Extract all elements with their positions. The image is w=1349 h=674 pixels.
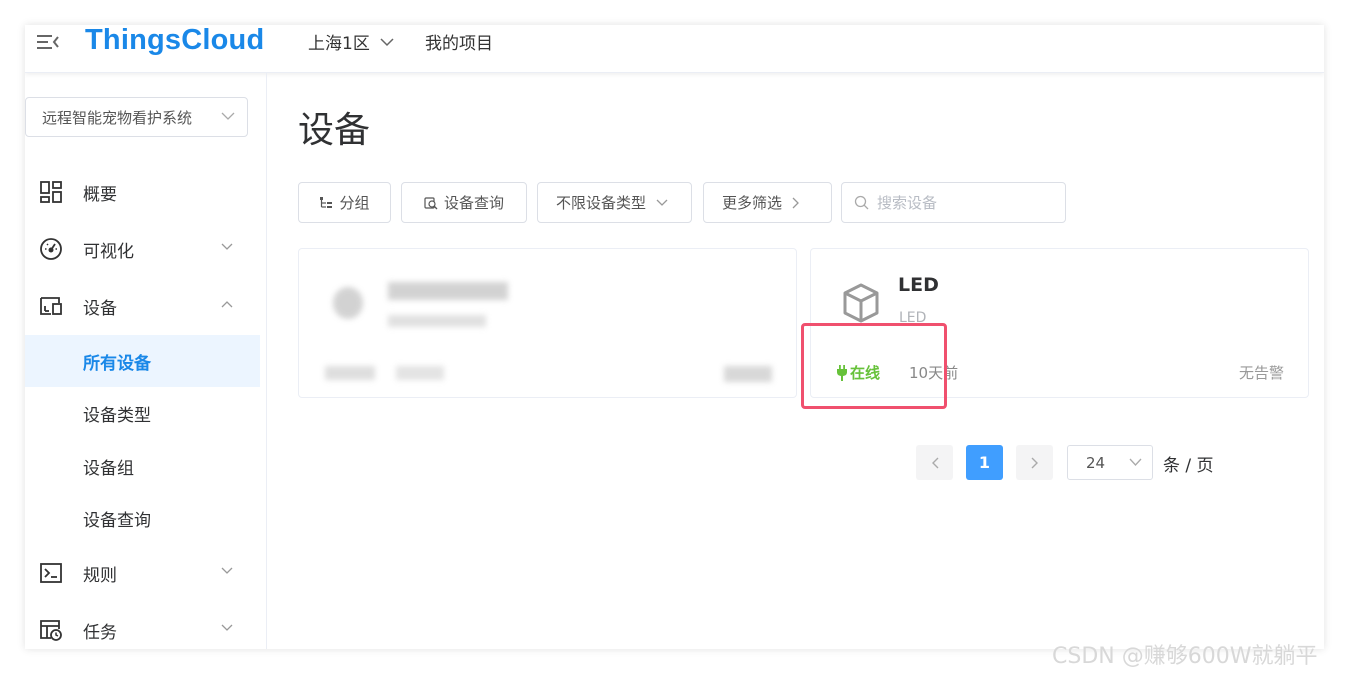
device-time-blurred [396,366,444,380]
device-type-label: 不限设备类型 [556,194,647,212]
page-number-current[interactable]: 1 [966,445,1003,480]
device-query-label: 设备查询 [443,194,504,212]
device-type-blurred [388,315,486,327]
device-status-blurred [325,366,375,380]
page-size-value: 24 [1086,453,1106,472]
sidebar-item-label: 规则 [83,565,117,586]
project-name: 远程智能宠物看护系统 [42,108,193,127]
chevron-down-icon [221,112,235,120]
more-filters-label: 更多筛选 [722,194,783,212]
gauge-icon [40,238,62,260]
highlight-annotation [801,323,947,409]
sidebar-item-overview[interactable]: 概要 [25,168,260,216]
chevron-down-icon [380,37,394,46]
alarm-status: 无告警 [1238,364,1284,382]
sidebar-item-visualization[interactable]: 可视化 [25,225,260,273]
sidebar-subitem-device-types[interactable]: 设备类型 [25,387,260,439]
page-size-unit: 条 / 页 [1163,456,1214,476]
page-title: 设备 [298,110,371,151]
query-search-icon [424,196,438,209]
device-alarm-blurred [724,366,772,382]
tree-icon [320,196,333,208]
cube-icon [843,283,879,323]
page-size-select[interactable]: 24 [1067,445,1153,480]
group-button-label: 分组 [339,194,370,212]
device-icon-blurred [333,287,363,319]
sidebar-item-devices[interactable]: 设备 [25,282,260,330]
sidebar-item-rules[interactable]: 规则 [25,549,260,597]
chevron-left-icon [931,457,938,468]
device-type-select[interactable]: 不限设备类型 [537,182,692,223]
group-button[interactable]: 分组 [298,182,391,223]
app-window: ThingsCloud 上海1区 我的项目 远程智能宠物看护系统 概要 可视化 … [25,25,1324,649]
sidebar-subitem-device-query[interactable]: 设备查询 [25,492,260,544]
task-clock-icon [40,620,62,641]
menu-collapse-icon[interactable] [35,31,61,53]
chevron-down-icon [221,243,233,250]
sidebar-item-tasks[interactable]: 任务 [25,606,260,649]
dashboard-grid-icon [40,181,62,203]
watermark: CSDN @赚够600W就躺平 [1052,644,1318,669]
sidebar-item-label: 概要 [83,184,117,205]
chevron-down-icon [221,567,233,574]
sidebar-item-label: 可视化 [83,241,134,262]
terminal-icon [40,563,62,583]
devices-icon [40,297,62,315]
chevron-up-icon [221,301,233,308]
search-box[interactable] [841,182,1066,223]
device-card-blurred[interactable] [298,248,797,398]
chevron-down-icon [1129,458,1142,466]
device-name[interactable]: LED [898,274,939,296]
next-page-button[interactable] [1016,445,1053,480]
top-header: ThingsCloud 上海1区 我的项目 [25,25,1324,73]
prev-page-button[interactable] [916,445,953,480]
project-selector[interactable]: 远程智能宠物看护系统 [25,97,248,137]
device-name-blurred [388,282,508,300]
sidebar-item-label: 设备 [83,298,117,319]
chevron-right-icon [792,197,799,208]
region-selector[interactable]: 上海1区 [308,29,394,54]
sidebar-subitem-all-devices[interactable]: 所有设备 [25,335,260,387]
chevron-down-icon [656,199,668,206]
chevron-right-icon [1031,457,1038,468]
search-input[interactable] [877,193,1057,212]
chevron-down-icon [221,624,233,631]
my-projects-link[interactable]: 我的项目 [425,29,493,54]
sidebar: 远程智能宠物看护系统 概要 可视化 设备 所有设备 设备类型 设备组 设备查询 … [25,73,267,649]
logo[interactable]: ThingsCloud [85,25,264,57]
sidebar-subitem-device-groups[interactable]: 设备组 [25,440,260,492]
device-query-button[interactable]: 设备查询 [401,182,527,223]
search-icon [854,195,869,210]
sidebar-item-label: 任务 [83,622,117,643]
region-label: 上海1区 [308,34,370,54]
more-filters-button[interactable]: 更多筛选 [703,182,832,223]
